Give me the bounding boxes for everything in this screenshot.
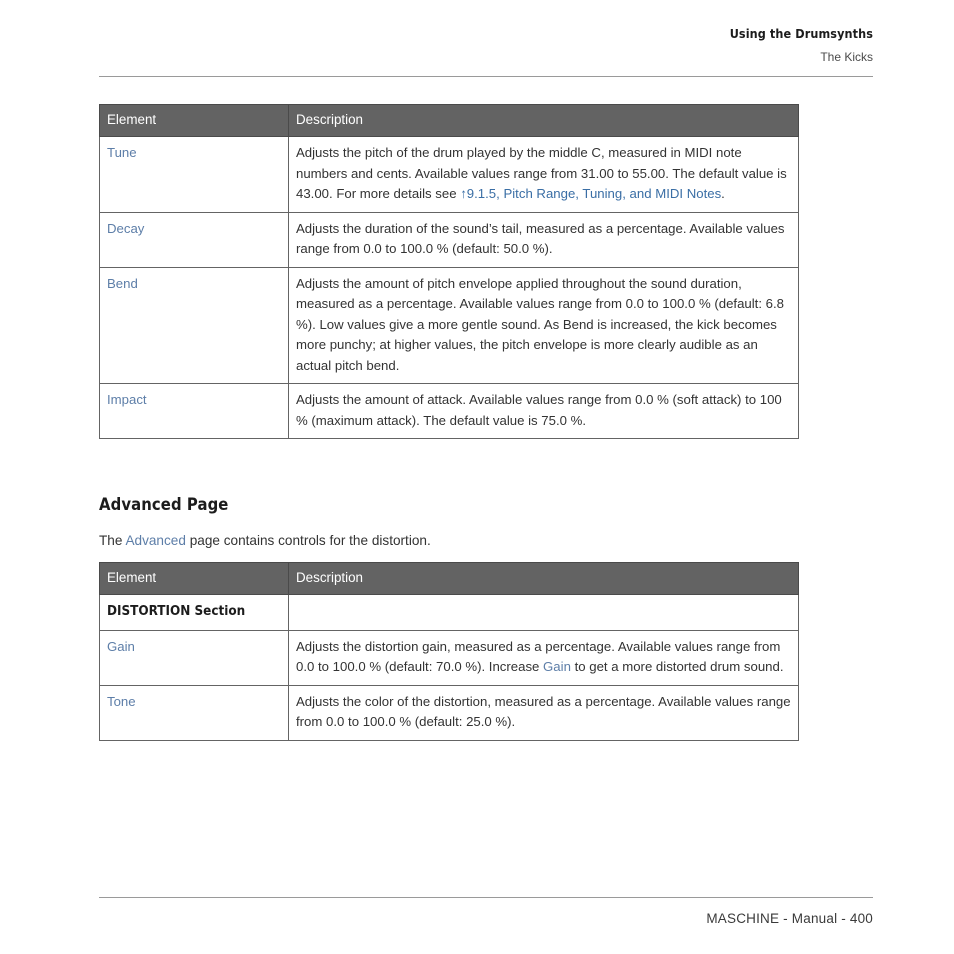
cross-reference-link[interactable]: ↑9.1.5, Pitch Range, Tuning, and MIDI No… [460,186,721,201]
parameters-table-body: Tune Adjusts the pitch of the drum played… [99,136,799,439]
parameter-name-link[interactable]: Impact [107,392,147,407]
advanced-table-head: Element Description [99,562,799,595]
table-row: Bend Adjusts the amount of pitch envelope… [99,266,799,384]
cell-element-name: Decay [99,211,289,268]
table-row: Decay Adjusts the duration of the sound’s… [99,211,799,268]
text-run: page contains controls for the distortio… [185,533,431,548]
header-section-title: The Kicks [820,50,873,64]
cell-element-name: Tune [99,136,289,213]
parameter-name-link[interactable]: Tune [107,145,137,160]
advanced-table: Element Description DISTORTION Section Ga… [99,562,799,741]
parameter-name-link[interactable]: Tone [107,694,136,709]
inline-parameter-link[interactable]: Gain [543,659,571,674]
table-row: DISTORTION Section [99,594,799,631]
advanced-page-paragraph: The Advanced page contains controls for … [99,531,799,551]
text-run: Adjusts the amount of attack. Available … [296,392,782,428]
parameter-name-link[interactable]: Decay [107,221,144,236]
section-label-text: DISTORTION Section [107,604,246,619]
text-run: Adjusts the color of the distortion, mea… [296,693,791,730]
text-run: Adjusts the duration of the sound’s tail… [296,220,785,257]
header-divider [99,76,873,77]
table-row: Tone Adjusts the color of the distortion,… [99,684,799,741]
cell-section-label: DISTORTION Section [99,594,289,631]
document-page: Using the Drumsynths The Kicks Element D… [0,0,954,954]
table-row: Impact Adjusts the amount of attack. Avai… [99,383,799,439]
cell-element-name: Impact [99,383,289,439]
cell-description: Adjusts the amount of attack. Available … [288,383,799,439]
parameters-table-head: Element Description [99,104,799,137]
cell-description: Adjusts the pitch of the drum played by … [288,136,799,213]
cell-description [288,594,799,631]
text-run: . [721,186,725,201]
cell-description: Adjusts the distortion gain, measured as… [288,629,799,686]
cell-element-name: Gain [99,629,289,686]
parameter-name-link[interactable]: Bend [107,276,138,291]
advanced-table-body: DISTORTION Section Gain Adjusts the distor… [99,594,799,741]
column-header-element: Element [99,562,289,595]
table-header-row: Element Description [99,562,799,595]
header-chapter-title: Using the Drumsynths [729,26,873,41]
column-header-description: Description [288,104,799,137]
table-header-row: Element Description [99,104,799,137]
cell-description: Adjusts the duration of the sound’s tail… [288,211,799,268]
advanced-page-heading: Advanced Page [99,495,229,514]
cell-element-name: Tone [99,684,289,741]
text-run: to get a more distorted drum sound. [570,659,784,674]
column-header-element: Element [99,104,289,137]
text-run: Adjusts the amount of pitch envelope app… [296,275,785,373]
cell-description: Adjusts the color of the distortion, mea… [288,684,799,741]
footer-divider [99,897,873,898]
parameters-table: Element Description Tune Adjusts the pitc… [99,104,799,439]
text-run: The [99,533,126,548]
cell-element-name: Bend [99,266,289,384]
parameter-name-link[interactable]: Gain [107,639,135,654]
table-row: Gain Adjusts the distortion gain, measure… [99,629,799,686]
footer-page-label: MASCHINE - Manual - 400 [706,911,873,926]
table-row: Tune Adjusts the pitch of the drum played… [99,136,799,213]
inline-parameter-link[interactable]: Advanced [125,533,185,548]
running-header: Using the Drumsynths The Kicks [99,26,873,65]
cell-description: Adjusts the amount of pitch envelope app… [288,266,799,384]
column-header-description: Description [288,562,799,595]
